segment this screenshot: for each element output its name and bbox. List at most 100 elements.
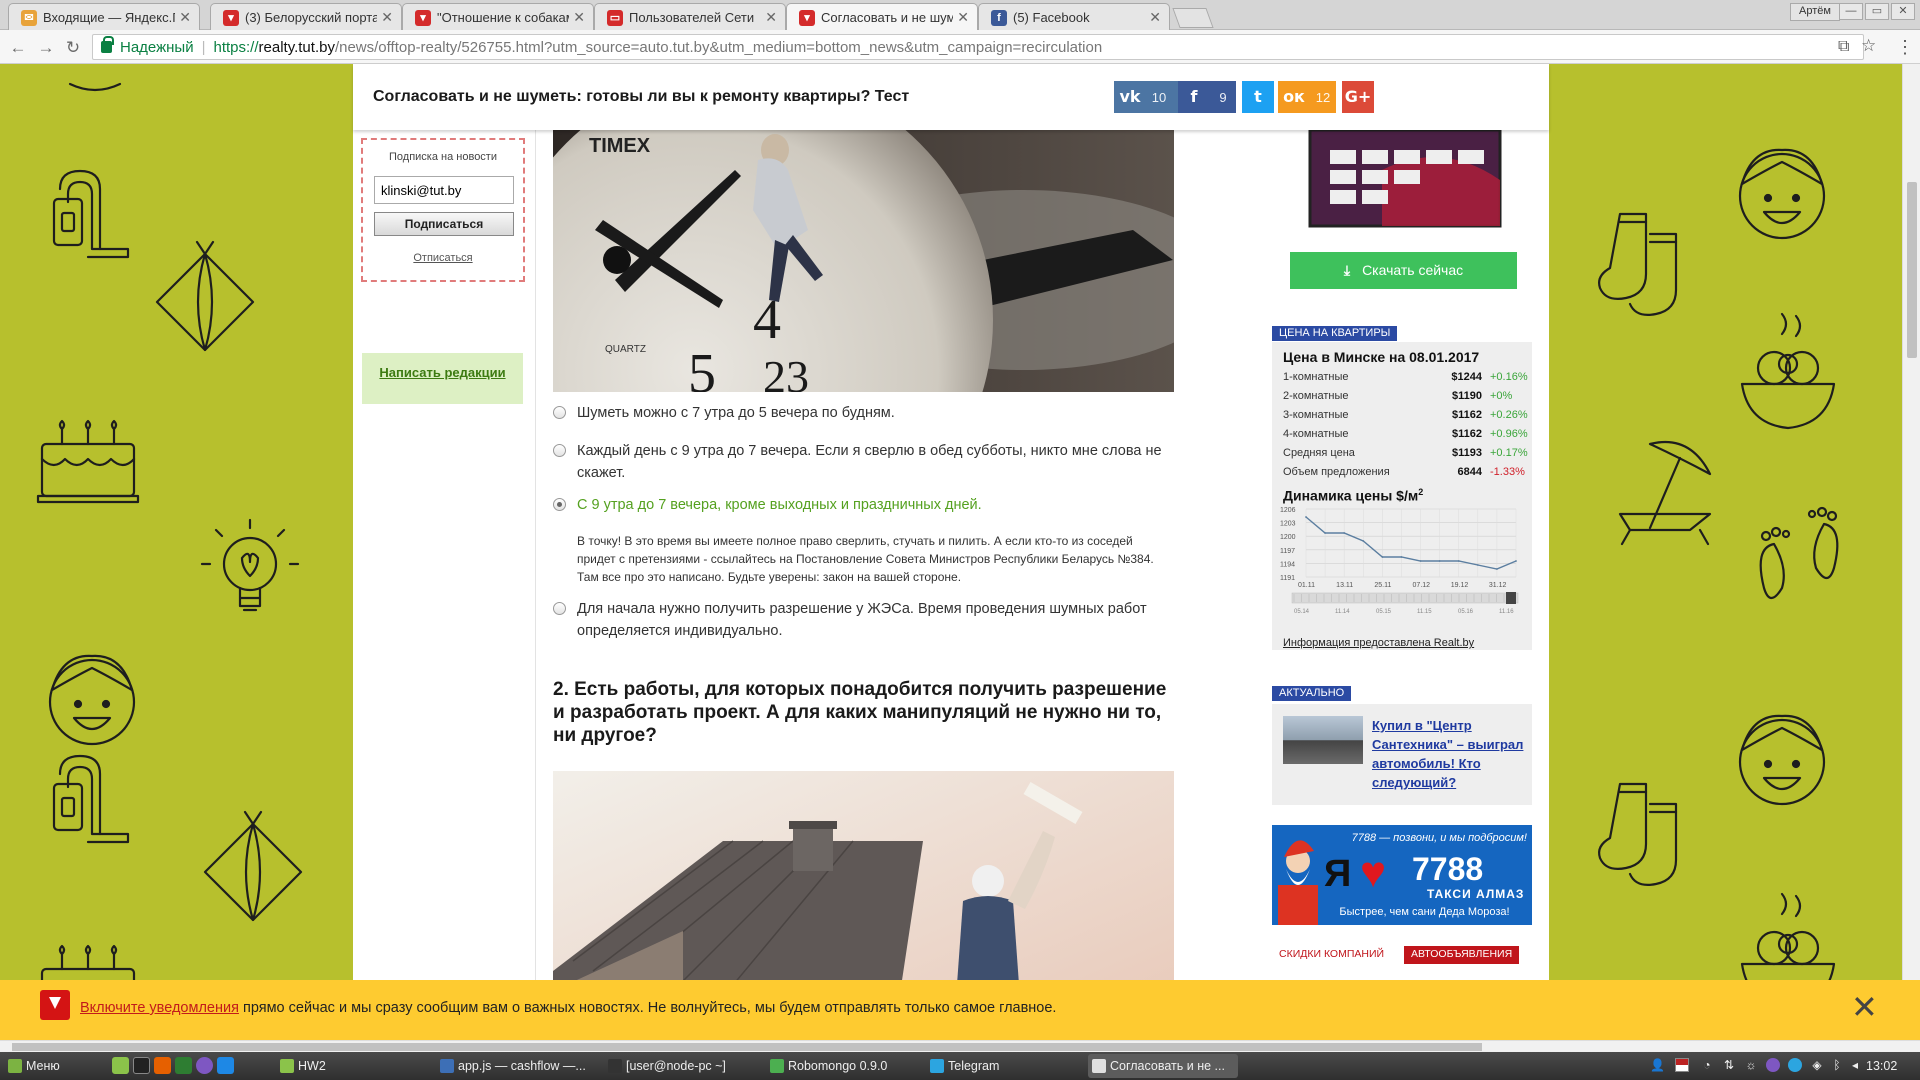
price-row: Средняя цена $1193 +0.17%	[1283, 444, 1528, 463]
close-tab-icon[interactable]: ✕	[957, 9, 969, 26]
terminal-launcher-icon[interactable]	[133, 1057, 150, 1074]
realt-link[interactable]: Информация предоставлена Realt.by	[1283, 637, 1474, 649]
reload-icon[interactable]: ↻	[63, 38, 83, 58]
quiz-answer-option[interactable]: С 9 утра до 7 вечера, кроме выходных и п…	[553, 494, 1165, 516]
url-input[interactable]: Надежный | https://realty.tut.by/news/offt…	[92, 34, 1864, 60]
quiz-answer-option[interactable]: Каждый день с 9 утра до 7 вечера. Если я…	[553, 440, 1165, 484]
viber-tray-icon[interactable]	[1766, 1058, 1780, 1072]
share-facebook-button[interactable]: f9	[1178, 81, 1236, 113]
socks-icon	[1598, 212, 1678, 316]
range-label: 11.15	[1417, 609, 1432, 615]
share-odnoklassniki-button[interactable]: ок 12	[1278, 81, 1336, 113]
minimize-button[interactable]: —	[1839, 3, 1863, 20]
close-window-button[interactable]: ✕	[1891, 3, 1915, 20]
browser-tab[interactable]: f (5) Facebook ✕	[978, 3, 1170, 30]
range-label: 11.14	[1335, 609, 1350, 615]
start-menu-button[interactable]: Меню	[4, 1054, 68, 1078]
shield-icon[interactable]: ◈	[1810, 1058, 1824, 1072]
vscode-launcher-icon[interactable]	[217, 1057, 234, 1074]
y-tick-label: 1194	[1280, 561, 1295, 568]
viber-launcher-icon[interactable]	[196, 1057, 213, 1074]
bowl-top-icon	[68, 82, 122, 92]
taskbar-window-button[interactable]: app.js — cashflow —...	[436, 1054, 596, 1078]
maximize-button[interactable]: ▭	[1865, 3, 1889, 20]
vertical-scrollbar[interactable]	[1902, 64, 1920, 1040]
url-path: /news/offtop-realty/526755.html?utm_sour…	[334, 39, 1103, 56]
taskbar-window-button[interactable]: Telegram	[926, 1054, 1076, 1078]
scroll-thumb[interactable]	[1907, 182, 1917, 358]
browser-tab[interactable]: ✉ Входящие — Яндекс.П ✕	[8, 3, 200, 30]
user-icon[interactable]: 👤	[1650, 1058, 1665, 1072]
tab-car-ads[interactable]: АВТООБЪЯВЛЕНИЯ	[1404, 946, 1520, 964]
translate-icon[interactable]: ⧉	[1838, 38, 1849, 56]
app-icon	[770, 1059, 784, 1073]
price-row-change: +0%	[1490, 390, 1513, 402]
radio-button[interactable]	[553, 444, 566, 457]
price-row-value: $1162	[1452, 409, 1482, 421]
range-slider-handle[interactable]	[1506, 592, 1516, 604]
tab-company-discounts[interactable]: СКИДКИ КОМПАНИЙ	[1272, 946, 1391, 964]
close-icon[interactable]: ✕	[1851, 991, 1878, 1023]
close-tab-icon[interactable]: ✕	[381, 9, 393, 26]
wifi-icon[interactable]: ◔	[1700, 1058, 1714, 1072]
browser-tab[interactable]: ▭ Пользователей Сети ✕	[594, 3, 786, 30]
taskbar-window-button[interactable]: Robomongo 0.9.0	[766, 1054, 918, 1078]
taskbar-window-button[interactable]: Согласовать и не ...	[1088, 1054, 1238, 1078]
browser-tab[interactable]: ▾ "Отношение к собакам ✕	[402, 3, 594, 30]
section-label-actual: АКТУАЛЬНО	[1272, 686, 1352, 701]
taskbar-window-button[interactable]: [user@node-pc ~]	[604, 1054, 758, 1078]
write-editors-link[interactable]: Написать редакции	[379, 365, 505, 380]
brightness-icon[interactable]: ☼	[1744, 1058, 1758, 1072]
quiz-answer-option[interactable]: Шуметь можно с 7 утра до 5 вечера по буд…	[553, 402, 1165, 424]
telegram-tray-icon[interactable]	[1788, 1058, 1802, 1072]
close-tab-icon[interactable]: ✕	[573, 9, 585, 26]
share-vk-button[interactable]: vk 10	[1114, 81, 1178, 113]
news-thumbnail[interactable]	[1283, 716, 1363, 764]
address-bar: ← → ↻ Надежный | https://realty.tut.by/new…	[0, 30, 1920, 64]
quiz-answer-option[interactable]: Для начала нужно получить разрешение у Ж…	[553, 598, 1165, 642]
browser-menu-icon[interactable]: ⋮	[1896, 37, 1914, 58]
close-tab-icon[interactable]: ✕	[179, 9, 191, 26]
x-tick-label: 01.11	[1298, 582, 1315, 589]
keyboard-layout-icon[interactable]	[1675, 1058, 1689, 1072]
taskbar-window-button[interactable]: HW2	[276, 1054, 426, 1078]
price-widget: Цена в Минске на 08.01.2017 1-комнатные $…	[1272, 342, 1532, 650]
firefox-launcher-icon[interactable]	[154, 1057, 171, 1074]
back-icon[interactable]: ←	[8, 38, 28, 58]
moth-icon	[203, 810, 303, 922]
taxi-slogan: Быстрее, чем сани Деда Мороза!	[1339, 906, 1510, 918]
subscribe-button[interactable]: Подписаться	[374, 212, 514, 236]
browser-tab[interactable]: ▾ (3) Белорусский порта ✕	[210, 3, 402, 30]
radio-button[interactable]	[553, 498, 566, 511]
browser-tab[interactable]: ▾ Согласовать и не шум ✕	[786, 3, 978, 30]
radio-button[interactable]	[553, 602, 566, 615]
svg-text:5: 5	[688, 343, 716, 392]
news-link[interactable]: Купил в "Центр Сантехника" – выиграл авт…	[1372, 716, 1524, 792]
radio-button[interactable]	[553, 406, 566, 419]
forward-icon[interactable]: →	[36, 38, 56, 58]
taxi-ya: Я	[1324, 853, 1352, 895]
bookmark-star-icon[interactable]: ☆	[1861, 36, 1876, 56]
bluetooth-icon[interactable]: ᛒ	[1830, 1058, 1844, 1072]
horizontal-scrollbar[interactable]	[0, 1040, 1920, 1052]
profile-badge[interactable]: Артём	[1790, 3, 1840, 21]
share-google-plus-button[interactable]: G+	[1342, 81, 1374, 113]
enable-notifications-link[interactable]: Включите уведомления	[80, 1000, 239, 1016]
close-tab-icon[interactable]: ✕	[1149, 9, 1161, 26]
email-field[interactable]	[374, 176, 514, 204]
scroll-thumb[interactable]	[12, 1043, 1482, 1051]
price-row: 2-комнатные $1190 +0%	[1283, 387, 1523, 406]
unsubscribe-link[interactable]: Отписаться	[363, 252, 523, 264]
network-icon[interactable]: ⇅	[1722, 1058, 1736, 1072]
chrome-launcher-icon[interactable]	[175, 1057, 192, 1074]
new-tab-button[interactable]	[1172, 8, 1214, 28]
taxi-banner[interactable]: 7788 — позвони, и мы подбросим! Я ♥ 7788…	[1272, 825, 1532, 925]
price-row-name: 1-комнатные	[1283, 371, 1349, 383]
volume-icon[interactable]: ◂	[1848, 1058, 1862, 1072]
files-launcher-icon[interactable]	[112, 1057, 129, 1074]
share-twitter-button[interactable]: t	[1242, 81, 1274, 113]
close-tab-icon[interactable]: ✕	[765, 9, 777, 26]
answer-text: С 9 утра до 7 вечера, кроме выходных и п…	[577, 497, 982, 513]
download-button[interactable]: ⤓ Скачать сейчас	[1290, 252, 1517, 289]
price-point	[1305, 516, 1307, 518]
